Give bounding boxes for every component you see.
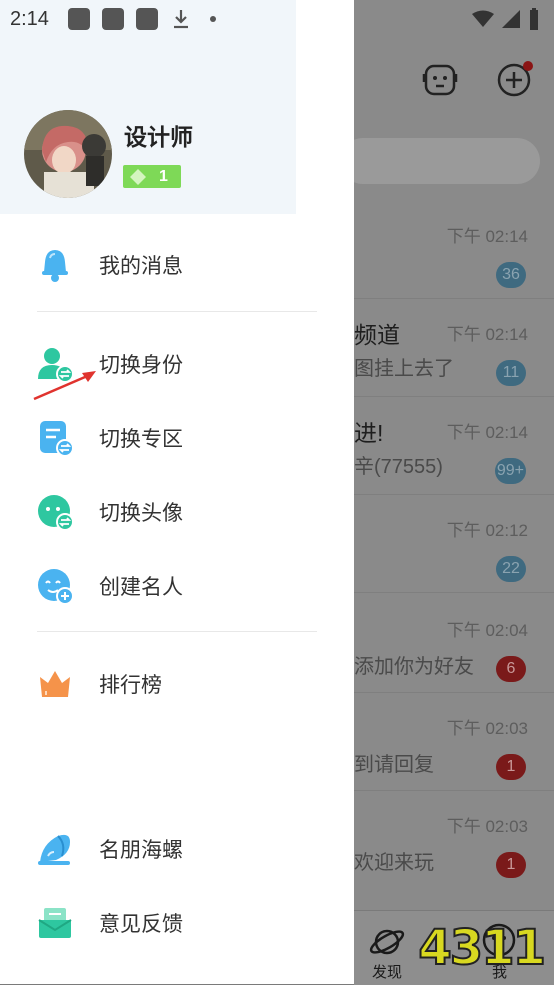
side-drawer: 设计师 1 我的消息 切换身份 切换专区 切换头像 创建名人 排行榜 名朋海螺 … [0,0,354,984]
menu-item-switch-zone[interactable]: 切换专区 [0,407,354,467]
menu-item-conch[interactable]: 名朋海螺 [0,818,354,878]
menu-item-label: 切换身份 [99,354,183,377]
divider [37,631,317,632]
battery-icon [530,8,538,30]
ranking-crown-icon [40,671,70,697]
unread-badge: 1 [496,754,526,780]
menu-item-create-celebrity[interactable]: 创建名人 [0,555,354,615]
unread-badge: 99+ [494,458,526,484]
status-clock: 2:14 [10,8,49,30]
watermark-logo: 4311 [417,919,547,977]
unread-badge: 22 [496,556,526,582]
background-chat-row: 下午 02:14 36 [354,200,554,299]
divider [37,311,317,312]
menu-item-label: 意见反馈 [99,913,183,936]
background-search-bar [340,138,540,184]
create-celebrity-icon [38,569,74,605]
download-icon [174,10,188,29]
planet-icon[interactable] [368,923,406,961]
unread-badge: 36 [496,262,526,288]
switch-avatar-icon [38,495,74,531]
background-chat-row: 下午 02:14 进! 辛(77555) 99+ [354,396,554,495]
more-dot-icon [210,16,216,22]
avatar[interactable] [24,110,112,198]
menu-item-feedback[interactable]: 意见反馈 [0,892,354,952]
signal-icon [502,10,520,28]
menu-item-label: 排行榜 [99,674,162,697]
annotation-arrow-icon [33,371,96,401]
menu-item-label: 切换头像 [99,502,183,525]
background-chat-row: 下午 02:12 22 [354,494,554,593]
switch-zone-icon [40,421,74,457]
unread-badge: 1 [496,852,526,878]
notification-icon [136,8,158,30]
menu-item-label: 名朋海螺 [99,839,183,862]
background-chat-row: 下午 02:14 频道 图挂上去了 11 [354,298,554,397]
menu-item-label: 切换专区 [99,428,183,451]
menu-item-label: 创建名人 [99,576,183,599]
status-bar: 2:14 [0,0,354,40]
nav-discover[interactable]: 发现 [372,961,402,982]
menu-item-switch-avatar[interactable]: 切换头像 [0,481,354,541]
menu-item-my-messages[interactable]: 我的消息 [0,234,354,294]
notification-icon [68,8,90,30]
level-number: 1 [159,167,168,185]
background-chat-row: 下午 02:03 欢迎来玩 1 [354,790,554,888]
add-circle-icon[interactable] [494,60,534,100]
wifi-icon [472,10,494,27]
profile-name: 设计师 [124,124,193,150]
unread-badge: 11 [496,360,526,386]
bell-icon [42,250,68,282]
background-chat-row: 下午 02:03 到请回复 1 [354,692,554,791]
feedback-icon [38,908,72,938]
menu-item-label: 我的消息 [99,255,183,278]
robot-face-icon[interactable] [420,60,460,100]
menu-item-ranking[interactable]: 排行榜 [0,653,354,713]
notification-icon [102,8,124,30]
level-badge: 1 [123,165,181,188]
unread-badge: 6 [496,656,526,682]
diamond-icon [130,168,146,185]
conch-icon [38,834,70,865]
background-chat-row: 下午 02:04 添加你为好友 6 [354,594,554,693]
status-icons-right [472,8,540,30]
